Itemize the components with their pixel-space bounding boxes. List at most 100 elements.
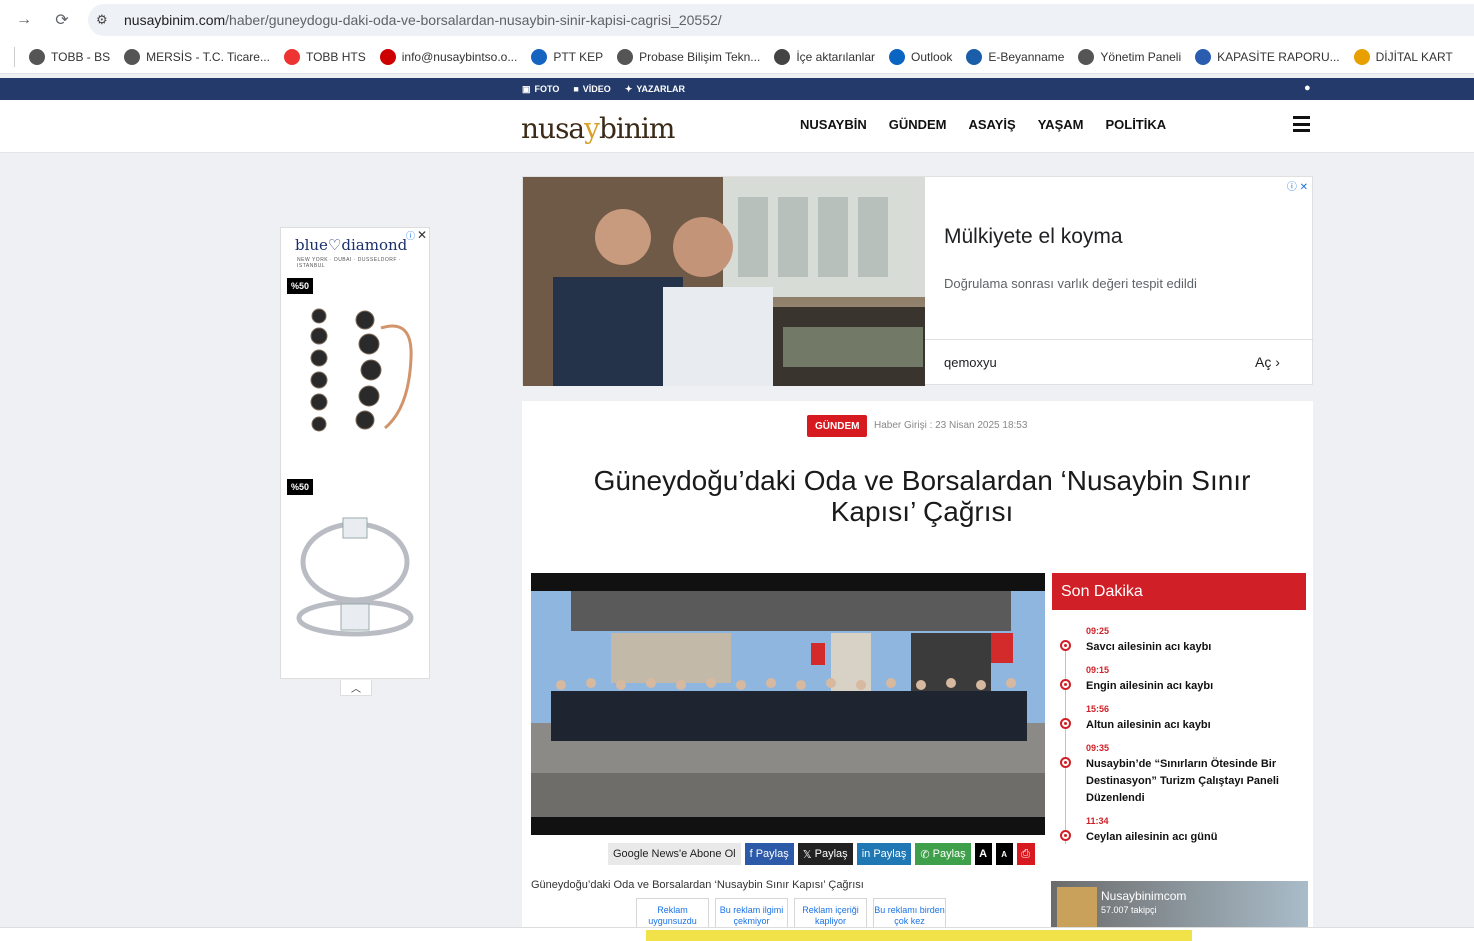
yazarlar-link[interactable]: ✦ YAZARLAR	[625, 84, 685, 95]
nav-politika[interactable]: POLİTİKA	[1105, 117, 1166, 132]
list-item[interactable]: 09:15 Engin ailesinin acı kaybı	[1060, 665, 1306, 695]
facebook-share-button[interactable]: f Paylaş	[744, 843, 794, 865]
discount-badge: %50	[287, 278, 313, 294]
page-name: Nusaybinimcom	[1101, 889, 1187, 903]
video-icon: ■	[573, 84, 579, 94]
site-logo[interactable]: nusa y binim	[521, 110, 681, 146]
whatsapp-share-button[interactable]: ✆ Paylaş	[915, 843, 971, 865]
bookmark-label: Probase Bilişim Tekn...	[639, 49, 761, 64]
hamburger-menu-icon[interactable]	[1293, 116, 1310, 132]
logo-part-3: binim	[598, 111, 675, 145]
news-headline[interactable]: Engin ailesinin acı kaybı	[1086, 678, 1306, 695]
facebook-page-widget[interactable]: Nusaybinimcom 57.007 takipçi	[1051, 881, 1308, 931]
news-time: 09:25	[1086, 626, 1110, 636]
ad-info-icon[interactable]: ⓘ	[406, 229, 415, 242]
ad-brand: blue♡diamond	[295, 236, 408, 254]
nav-yasam[interactable]: YAŞAM	[1038, 117, 1084, 132]
bookmark-favicon-icon	[29, 48, 45, 65]
google-news-button[interactable]: Google News'e Abone Ol	[608, 843, 741, 865]
bookmark-label: info@nusaybintso.o...	[401, 49, 518, 64]
foto-link[interactable]: ▣ FOTO	[522, 84, 559, 95]
bookmark-favicon-icon	[531, 48, 548, 65]
ad-divider	[925, 339, 1314, 340]
list-item[interactable]: 11:34 Ceylan ailesinin acı günü	[1060, 816, 1306, 846]
user-icon[interactable]: ●	[1304, 82, 1311, 94]
bookmark-item[interactable]: DİJİTAL KART	[1353, 48, 1453, 65]
page-avatar	[1057, 887, 1097, 931]
ad-photo-illustration	[523, 177, 925, 386]
article-title: Güneydoğu’daki Oda ve Borsalardan ‘Nusay…	[593, 465, 1251, 527]
news-headline[interactable]: Nusaybin’de “Sınırların Ötesinde Bir Des…	[1086, 756, 1306, 807]
news-time: 15:56	[1086, 704, 1110, 714]
bookmark-favicon-icon	[283, 48, 300, 65]
bookmark-item[interactable]: MERSİS - T.C. Ticare...	[124, 48, 270, 65]
site-info-icon[interactable]: ⚙	[96, 12, 114, 28]
group-photo	[531, 573, 1045, 835]
forward-arrow-icon[interactable]: →	[14, 10, 34, 30]
bookmark-favicon-icon	[889, 48, 906, 65]
article-main-image[interactable]	[531, 573, 1045, 835]
x-share-label: Paylaş	[814, 848, 848, 860]
video-link[interactable]: ■ VİDEO	[573, 84, 610, 94]
earring-image	[310, 308, 413, 432]
nav-gundem[interactable]: GÜNDEM	[889, 117, 947, 132]
bookmark-item[interactable]: Yönetim Paneli	[1078, 48, 1182, 65]
bookmark-label: Outlook	[911, 49, 953, 64]
nav-asayis[interactable]: ASAYİŞ	[968, 117, 1015, 132]
nav-nusaybin[interactable]: NUSAYBİN	[800, 117, 867, 132]
category-badge[interactable]: GÜNDEM	[807, 415, 868, 437]
bookmark-favicon-icon	[966, 48, 983, 65]
x-share-button[interactable]: 𝕏 Paylaş	[797, 843, 853, 865]
bookmark-favicon-icon	[1195, 48, 1212, 65]
font-decrease-button[interactable]: A	[995, 843, 1013, 865]
list-item[interactable]: 15:56 Altun ailesinin acı kaybı	[1060, 704, 1306, 734]
ad-collapse-chevron-icon[interactable]: ︿	[340, 680, 372, 696]
news-headline[interactable]: Ceylan ailesinin acı günü	[1086, 829, 1306, 846]
list-item[interactable]: 09:35 Nusaybin’de “Sınırların Ötesinde B…	[1060, 743, 1306, 807]
bookmark-item[interactable]: info@nusaybintso.o...	[379, 48, 518, 65]
timeline-dot-icon	[1060, 679, 1071, 690]
browser-toolbar: → ⟳ ⚙ nusaybinim.com/haber/guneydogu-dak…	[0, 0, 1474, 40]
bookmark-item[interactable]: E-Beyanname	[966, 48, 1064, 65]
list-item[interactable]: 09:25 Savcı ailesinin acı kaybı	[1060, 626, 1306, 656]
bookmark-item[interactable]: PTT KEP	[531, 48, 604, 65]
page-followers: 57.007 takipçi	[1101, 905, 1157, 915]
address-bar[interactable]: ⚙ nusaybinim.com/haber/guneydogu-daki-od…	[88, 4, 1474, 36]
bookmark-label: MERSİS - T.C. Ticare...	[146, 49, 270, 64]
news-headline[interactable]: Savcı ailesinin acı kaybı	[1086, 639, 1306, 656]
whatsapp-icon: ✆	[920, 848, 933, 861]
ad-open-button[interactable]: Aç ›	[1255, 354, 1280, 370]
bottom-sticky-ad[interactable]	[646, 930, 1192, 941]
bookmark-favicon-icon	[379, 48, 396, 65]
font-increase-button[interactable]: A	[974, 843, 992, 865]
bookmark-item[interactable]: TOBB - BS	[29, 48, 110, 65]
bookmark-label: Yönetim Paneli	[1100, 49, 1182, 64]
bookmark-item[interactable]: İçe aktarılanlar	[774, 48, 876, 65]
x-icon: 𝕏	[802, 848, 815, 861]
news-headline[interactable]: Altun ailesinin acı kaybı	[1086, 717, 1306, 734]
print-icon[interactable]: ⎙	[1016, 843, 1035, 865]
linkedin-share-button[interactable]: in Paylaş	[856, 843, 912, 865]
yazarlar-label: YAZARLAR	[636, 84, 686, 94]
main-nav: NUSAYBİN GÜNDEM ASAYİŞ YAŞAM POLİTİKA	[800, 117, 1166, 132]
top-banner-ad[interactable]: ⓘ ✕ Mülkiyete el koyma Doğrulama sonrası…	[522, 176, 1314, 386]
news-time: 09:15	[1086, 665, 1110, 675]
left-side-ad[interactable]: blue♡diamond NEW YORK · DUBAI · DUSSELDO…	[280, 227, 430, 679]
reload-icon[interactable]: ⟳	[52, 10, 72, 30]
linkedin-share-label: Paylaş	[873, 848, 907, 860]
bookmark-label: İçe aktarılanlar	[796, 49, 876, 64]
adchoices-icon[interactable]: ⓘ ✕	[1287, 178, 1308, 193]
site-topbar: ▣ FOTO ■ VİDEO ✦ YAZARLAR ●	[0, 78, 1474, 100]
share-bar: Google News'e Abone Ol f Paylaş 𝕏 Paylaş…	[608, 843, 1035, 865]
timeline-dot-icon	[1060, 830, 1071, 841]
bookmark-item[interactable]: Outlook	[889, 48, 953, 65]
bookmark-item[interactable]: KAPASİTE RAPORU...	[1195, 48, 1340, 65]
url-path: /haber/guneydogu-daki-oda-ve-borsalardan…	[225, 12, 722, 28]
whatsapp-share-label: Paylaş	[932, 848, 966, 860]
ad-close-icon[interactable]: ✕	[417, 228, 427, 242]
son-dakika-header: Son Dakika	[1052, 573, 1306, 610]
bookmark-label: PTT KEP	[553, 49, 604, 64]
bookmark-item[interactable]: TOBB HTS	[283, 48, 366, 65]
bookmark-item[interactable]: Probase Bilişim Tekn...	[617, 48, 761, 65]
ad-photo	[523, 177, 925, 386]
